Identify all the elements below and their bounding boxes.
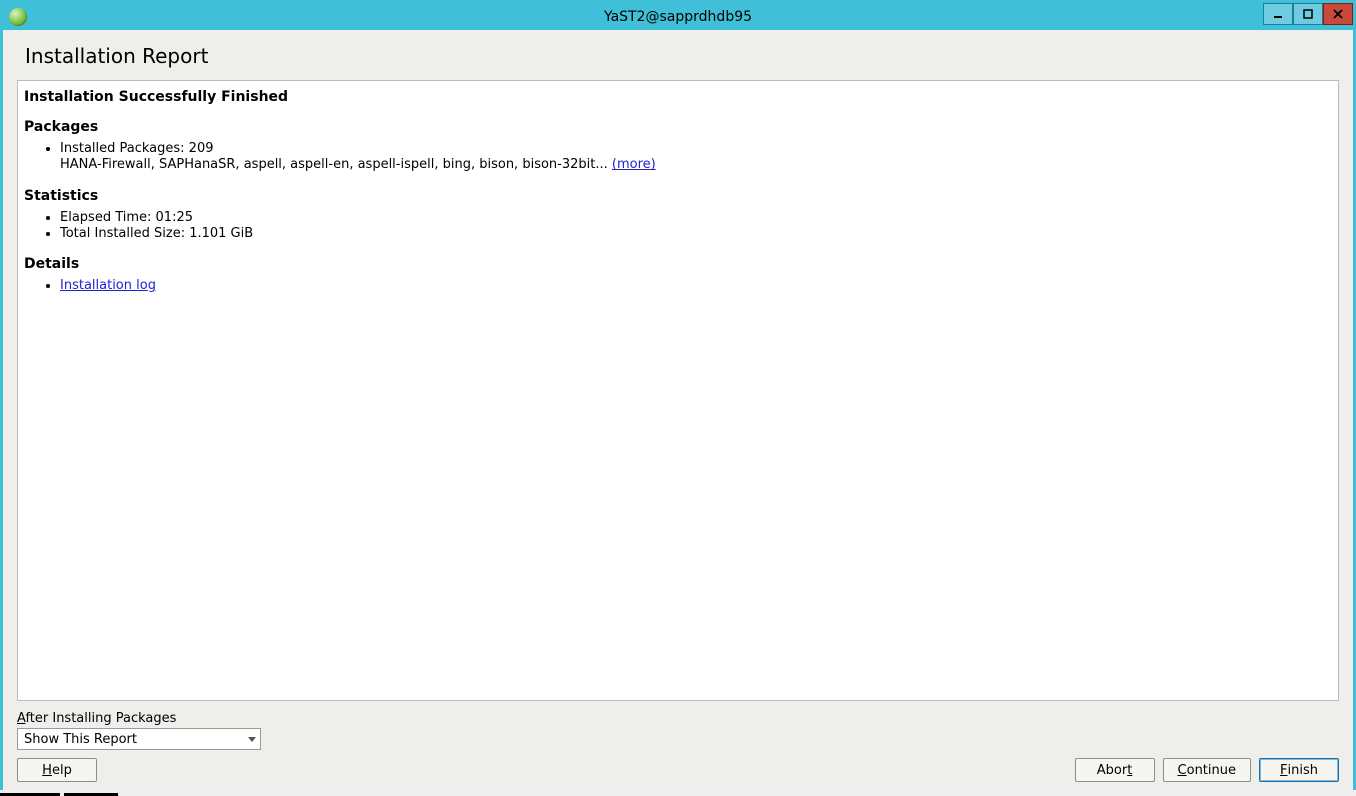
dropdown-selected: Show This Report <box>24 732 137 747</box>
installed-packages-names: HANA-Firewall, SAPHanaSR, aspell, aspell… <box>60 157 612 172</box>
list-item: Total Installed Size: 1.101 GiB <box>60 226 1332 242</box>
titlebar: YaST2@sapprdhdb95 <box>3 3 1353 30</box>
mnemonic: C <box>1178 763 1187 778</box>
statistics-heading: Statistics <box>24 188 1332 204</box>
report-heading: Installation Successfully Finished <box>24 89 1332 105</box>
statistics-list: Elapsed Time: 01:25 Total Installed Size… <box>60 210 1332 243</box>
window-frame: YaST2@sapprdhdb95 Installation Report In… <box>0 0 1356 790</box>
installed-packages-count: Installed Packages: 209 <box>60 141 214 156</box>
packages-list: Installed Packages: 209 HANA-Firewall, S… <box>60 141 1332 174</box>
page-title: Installation Report <box>25 44 1335 68</box>
chevron-down-icon <box>248 737 256 742</box>
abort-button[interactable]: Abort <box>1075 758 1155 782</box>
list-item: Installation log <box>60 278 1332 294</box>
details-list: Installation log <box>60 278 1332 294</box>
minimize-icon <box>1272 8 1284 20</box>
maximize-button[interactable] <box>1293 3 1323 25</box>
details-heading: Details <box>24 256 1332 272</box>
list-item: Elapsed Time: 01:25 <box>60 210 1332 226</box>
close-icon <box>1332 8 1344 20</box>
report-panel: Installation Successfully Finished Packa… <box>17 80 1339 701</box>
list-item: Installed Packages: 209 HANA-Firewall, S… <box>60 141 1332 174</box>
after-install-section: After Installing Packages Show This Repo… <box>17 711 1339 750</box>
total-installed-size: Total Installed Size: 1.101 GiB <box>60 226 253 241</box>
close-button[interactable] <box>1323 3 1353 25</box>
button-row: Help Abort Continue Finish <box>17 758 1339 782</box>
app-icon <box>9 8 27 26</box>
client-area: Installation Report Installation Success… <box>3 30 1353 790</box>
window-controls <box>1263 3 1353 25</box>
maximize-icon <box>1302 8 1314 20</box>
after-install-label: After Installing Packages <box>17 711 1339 726</box>
elapsed-time: Elapsed Time: 01:25 <box>60 210 193 225</box>
minimize-button[interactable] <box>1263 3 1293 25</box>
after-install-dropdown[interactable]: Show This Report <box>17 728 261 750</box>
mnemonic: H <box>42 763 52 778</box>
finish-button[interactable]: Finish <box>1259 758 1339 782</box>
mnemonic: t <box>1127 763 1132 778</box>
window-title: YaST2@sapprdhdb95 <box>3 9 1353 25</box>
packages-heading: Packages <box>24 119 1332 135</box>
more-link[interactable]: (more) <box>612 157 656 172</box>
mnemonic: F <box>1280 763 1287 778</box>
page: Installation Report Installation Success… <box>17 36 1339 782</box>
help-button[interactable]: Help <box>17 758 97 782</box>
continue-button[interactable]: Continue <box>1163 758 1251 782</box>
installation-log-link[interactable]: Installation log <box>60 278 156 293</box>
